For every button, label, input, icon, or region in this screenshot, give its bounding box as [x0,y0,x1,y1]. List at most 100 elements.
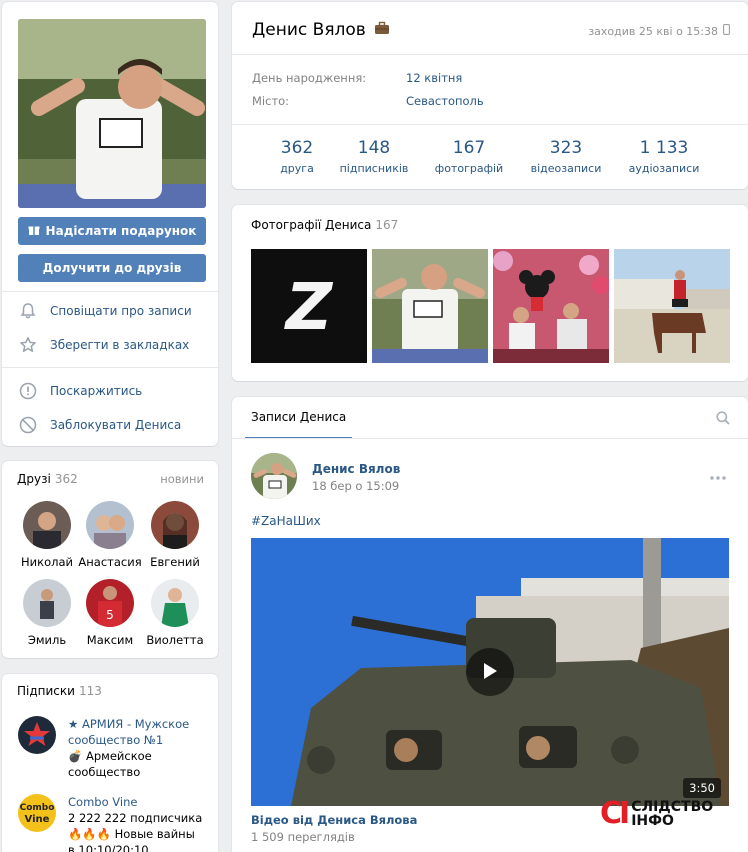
post-menu-icon[interactable] [710,469,726,483]
watermark-line1: СЛІДСТВО [631,799,714,815]
friends-title[interactable]: Друзі 362 [17,472,78,486]
avatar: 5 [86,579,134,627]
friend-name: Эмиль [27,633,67,647]
add-friend-button[interactable]: Долучити до друзів [18,254,206,282]
avatar [86,501,134,549]
city-row: Місто: Севастополь [252,94,484,108]
subscription-item[interactable]: Combo Vine Combo Vine 2 222 222 подписчик… [18,794,203,852]
watermark-badge: СІ [600,796,630,831]
bell-icon [18,301,38,321]
play-button[interactable] [466,648,514,696]
block-action[interactable]: Заблокувати Дениса [18,413,181,437]
svg-text:Vine: Vine [25,814,50,825]
avatar [151,579,199,627]
avatar [23,501,71,549]
friend-name: Виолетта [146,633,204,647]
watermark-line2: ІНФО [631,813,674,829]
report-label: Поскаржитись [50,384,143,398]
photos-card: Фотографії Дениса 167 Z [232,205,748,381]
city-value[interactable]: Севастополь [406,94,484,108]
video-views: 1 509 переглядів [251,830,355,844]
photo-thumb[interactable]: Z [251,249,367,363]
photos-count: 167 [375,218,399,232]
avatar [23,579,71,627]
wall-card: Записи Дениса Денис Вялов 18 бер о 15:09… [232,397,748,852]
friend-item[interactable]: 5 Максим [77,579,143,647]
profile-name: Денис Вялов [252,20,390,40]
avatar: Combo Vine [18,794,56,832]
profile-sidebar-card: Надіслати подарунок Долучити до друзів С… [2,2,218,446]
subscription-desc: 2 222 222 подписчика 🔥🔥🔥 Новые вайны в 1… [68,811,203,852]
video-title[interactable]: Відео від Дениса Вялова [251,813,417,827]
friend-item[interactable]: Николай [14,501,80,569]
birthday-value[interactable]: 12 квітня [406,71,462,85]
subscriptions-title[interactable]: Підписки 113 [17,684,102,698]
tab-posts[interactable]: Записи Дениса [245,397,353,439]
svg-text:5: 5 [106,608,114,622]
city-label: Місто: [252,94,290,108]
subscriptions-count: 113 [78,684,102,698]
divider [232,54,748,55]
stat-audios[interactable]: 1 133 аудіозаписи [619,138,709,175]
briefcase-icon [374,20,390,40]
friend-item[interactable]: Анастасия [77,501,143,569]
block-label: Заблокувати Дениса [50,418,182,432]
block-icon [18,415,38,435]
add-friend-label: Долучити до друзів [42,261,182,275]
post-author[interactable]: Денис Вялов [312,462,400,476]
bookmark-action[interactable]: Зберегти в закладках [18,333,189,357]
divider [232,438,748,439]
post-hashtag[interactable]: #ZаНаШих [251,514,321,528]
mobile-icon [723,24,730,38]
profile-photo[interactable] [18,19,206,208]
tab-posts-label: Записи Дениса [251,410,347,424]
friend-name: Николай [21,555,73,569]
friend-item[interactable]: Эмиль [14,579,80,647]
friend-item[interactable]: Виолетта [142,579,208,647]
profile-info-card: Денис Вялов заходив 25 кві о 15:38 День … [232,2,748,189]
svg-text:Combo: Combo [20,803,55,813]
play-icon [482,662,498,683]
friends-news-link[interactable]: новини [160,472,204,486]
watermark-logo: СІ СЛІДСТВО ІНФО [600,797,740,831]
report-action[interactable]: Поскаржитись [18,379,142,403]
video-duration: 3:50 [683,778,721,798]
subscription-title[interactable]: Combo Vine [68,794,203,810]
notify-posts-label: Сповіщати про записи [50,304,192,318]
subscription-desc: 💣 Армейское сообщество [68,749,152,779]
photo-thumb[interactable] [493,249,609,363]
avatar [18,716,56,754]
friend-name: Максим [86,633,134,647]
gift-icon [28,224,40,239]
stat-followers[interactable]: 148 підписників [329,138,419,175]
divider [2,367,218,368]
last-seen: заходив 25 кві о 15:38 [588,24,730,38]
photo-thumb[interactable] [372,249,488,363]
subscription-title[interactable]: ★ АРМИЯ - Мужское сообщество №1 [68,716,203,748]
photos-title[interactable]: Фотографії Дениса 167 [251,218,398,232]
friends-count: 362 [54,472,78,486]
post-video[interactable]: 3:50 [251,538,729,806]
friend-name: Евгений [150,555,200,569]
friend-name: Анастасия [78,555,142,569]
search-icon[interactable] [716,411,730,428]
birthday-row: День народження: 12 квітня [252,71,462,85]
subscription-item[interactable]: ★ АРМИЯ - Мужское сообщество №1 💣 Армейс… [18,716,203,780]
notify-posts-action[interactable]: Сповіщати про записи [18,299,192,323]
divider [2,291,218,292]
star-icon [18,335,38,355]
divider [232,124,748,125]
warning-icon [18,381,38,401]
send-gift-button[interactable]: Надіслати подарунок [18,217,206,245]
subscriptions-card: Підписки 113 ★ АРМИЯ - Мужское сообщество… [2,674,218,852]
post-date[interactable]: 18 бер о 15:09 [312,479,399,493]
friends-card: Друзі 362 новини Николай Анастасия Евгени… [2,461,218,658]
stat-videos[interactable]: 323 відеозаписи [521,138,611,175]
send-gift-label: Надіслати подарунок [45,224,197,238]
stat-photos[interactable]: 167 фотографій [424,138,514,175]
post-author-avatar[interactable] [251,453,297,499]
bookmark-label: Зберегти в закладках [50,338,190,352]
photo-thumb[interactable] [614,249,730,363]
birthday-label: День народження: [252,71,367,85]
friend-item[interactable]: Евгений [142,501,208,569]
